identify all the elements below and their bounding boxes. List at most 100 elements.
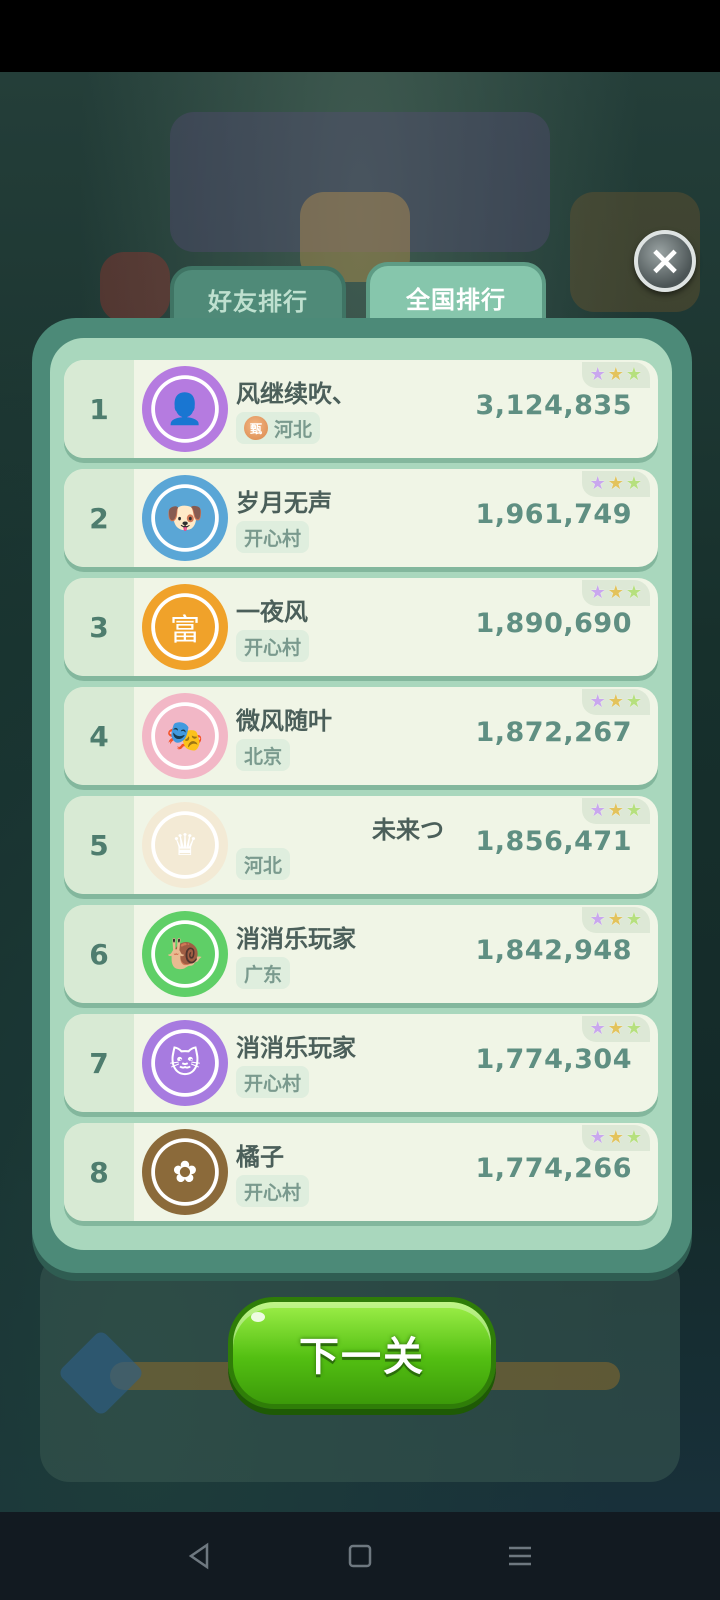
player-avatar[interactable]: 🐌 bbox=[142, 911, 228, 997]
rank-number: 6 bbox=[64, 905, 134, 1003]
star-icon: ★ bbox=[589, 800, 606, 821]
rank-number: 5 bbox=[64, 796, 134, 894]
opera-mask-avatar: 🎭 bbox=[155, 706, 215, 766]
blue-cat-avatar: 🐱 bbox=[155, 1033, 215, 1093]
navigation-bar bbox=[0, 1512, 720, 1600]
player-name: 消消乐玩家 bbox=[236, 1034, 356, 1062]
fortune-avatar: 富 bbox=[155, 597, 215, 657]
region-label: 河北 bbox=[244, 854, 283, 877]
star-icon: ★ bbox=[589, 473, 606, 494]
star-icon: ★ bbox=[625, 1018, 642, 1039]
player-name: 橘子 bbox=[236, 1143, 284, 1171]
star-icon: ★ bbox=[625, 1127, 642, 1148]
player-avatar[interactable]: 富 bbox=[142, 584, 228, 670]
region-label: 开心村 bbox=[244, 1181, 302, 1204]
rank-number: 1 bbox=[64, 360, 134, 458]
avatar-glyph: 富 bbox=[170, 613, 200, 648]
player-name: 一夜风 bbox=[236, 598, 308, 626]
leaderboard-list[interactable]: 1 👤 风继续吹、 甄 河北 3,124,835 ★ ★ ★ 2 🐶 岁月无声 … bbox=[64, 360, 658, 1230]
next-level-button[interactable]: 下一关 bbox=[228, 1297, 496, 1409]
star-icon: ★ bbox=[589, 691, 606, 712]
player-name: 岁月无声 bbox=[236, 489, 332, 517]
star-rating: ★ ★ ★ bbox=[581, 907, 650, 933]
region-label: 北京 bbox=[244, 745, 283, 768]
star-rating: ★ ★ ★ bbox=[581, 1125, 650, 1151]
player-name: 未来つ bbox=[372, 816, 444, 844]
avatar-glyph: ♛ bbox=[171, 827, 199, 863]
leaderboard-row[interactable]: 7 🐱 消消乐玩家 开心村 1,774,304 ★ ★ ★ bbox=[64, 1014, 658, 1112]
region-label: 河北 bbox=[274, 418, 313, 441]
region-badge: 甄 河北 bbox=[236, 412, 321, 444]
status-bar bbox=[0, 0, 720, 72]
star-icon: ★ bbox=[625, 582, 642, 603]
back-icon bbox=[188, 1542, 209, 1570]
leaderboard-row[interactable]: 8 ✿ 橘子 开心村 1,774,266 ★ ★ ★ bbox=[64, 1123, 658, 1221]
rank-number: 4 bbox=[64, 687, 134, 785]
leaderboard-row[interactable]: 4 🎭 微风随叶 北京 1,872,267 ★ ★ ★ bbox=[64, 687, 658, 785]
rank-number: 7 bbox=[64, 1014, 134, 1112]
player-score: 1,774,266 bbox=[475, 1153, 632, 1184]
player-score: 1,872,267 bbox=[475, 717, 632, 748]
background-decoration bbox=[100, 252, 170, 322]
region-label: 开心村 bbox=[244, 527, 302, 550]
star-icon: ★ bbox=[607, 1127, 624, 1148]
player-name: 风继续吹、 bbox=[236, 380, 356, 408]
avatar-glyph: 🐶 bbox=[166, 500, 204, 536]
player-score: 1,842,948 bbox=[475, 935, 632, 966]
leaderboard-row[interactable]: 6 🐌 消消乐玩家 广东 1,842,948 ★ ★ ★ bbox=[64, 905, 658, 1003]
player-avatar[interactable]: ✿ bbox=[142, 1129, 228, 1215]
star-icon: ★ bbox=[589, 1127, 606, 1148]
back-button[interactable] bbox=[170, 1526, 230, 1586]
photo-avatar-purple-frame: 👤 bbox=[155, 379, 215, 439]
close-icon: × bbox=[648, 238, 682, 284]
star-icon: ★ bbox=[607, 473, 624, 494]
leaderboard-row[interactable]: 5 ♛ 未来つ 河北 1,856,471 ★ ★ ★ bbox=[64, 796, 658, 894]
menu-button[interactable] bbox=[490, 1526, 550, 1586]
home-button[interactable] bbox=[330, 1526, 390, 1586]
leaderboard-row[interactable]: 3 富 一夜风 开心村 1,890,690 ★ ★ ★ bbox=[64, 578, 658, 676]
avatar-glyph: 🐌 bbox=[166, 936, 204, 972]
avatar-glyph: ✿ bbox=[172, 1154, 198, 1190]
menu-icon bbox=[509, 1546, 531, 1566]
region-badge: 广东 bbox=[236, 957, 291, 989]
region-badge: 开心村 bbox=[236, 1175, 310, 1207]
leaderboard-row[interactable]: 2 🐶 岁月无声 开心村 1,961,749 ★ ★ ★ bbox=[64, 469, 658, 567]
region-label: 广东 bbox=[244, 963, 283, 986]
star-icon: ★ bbox=[607, 582, 624, 603]
medal-icon: 甄 bbox=[244, 416, 268, 440]
flower-avatar: ✿ bbox=[155, 1142, 215, 1202]
star-icon: ★ bbox=[607, 800, 624, 821]
star-icon: ★ bbox=[589, 1018, 606, 1039]
white-dog-avatar: 🐶 bbox=[155, 488, 215, 548]
star-icon: ★ bbox=[607, 364, 624, 385]
region-badge: 北京 bbox=[236, 739, 291, 771]
player-score: 3,124,835 bbox=[475, 390, 632, 421]
avatar-glyph: 🐱 bbox=[169, 1045, 201, 1081]
region-badge: 开心村 bbox=[236, 1066, 310, 1098]
region-badge: 开心村 bbox=[236, 630, 310, 662]
star-icon: ★ bbox=[607, 691, 624, 712]
region-label: 开心村 bbox=[244, 1072, 302, 1095]
region-label: 开心村 bbox=[244, 636, 302, 659]
player-avatar[interactable]: 🎭 bbox=[142, 693, 228, 779]
player-avatar[interactable]: 👤 bbox=[142, 366, 228, 452]
player-score: 1,856,471 bbox=[475, 826, 632, 857]
star-icon: ★ bbox=[607, 1018, 624, 1039]
snail-avatar: 🐌 bbox=[155, 924, 215, 984]
star-rating: ★ ★ ★ bbox=[581, 362, 650, 388]
star-rating: ★ ★ ★ bbox=[581, 689, 650, 715]
star-icon: ★ bbox=[625, 691, 642, 712]
star-icon: ★ bbox=[625, 364, 642, 385]
close-button[interactable]: × bbox=[634, 230, 696, 292]
player-name: 微风随叶 bbox=[236, 707, 332, 735]
player-name: 消消乐玩家 bbox=[236, 925, 356, 953]
star-icon: ★ bbox=[589, 909, 606, 930]
star-icon: ★ bbox=[589, 582, 606, 603]
player-score: 1,890,690 bbox=[475, 608, 632, 639]
player-avatar[interactable]: 🐶 bbox=[142, 475, 228, 561]
star-rating: ★ ★ ★ bbox=[581, 580, 650, 606]
leaderboard-row[interactable]: 1 👤 风继续吹、 甄 河北 3,124,835 ★ ★ ★ bbox=[64, 360, 658, 458]
player-avatar[interactable]: 🐱 bbox=[142, 1020, 228, 1106]
star-icon: ★ bbox=[589, 364, 606, 385]
player-avatar[interactable]: ♛ bbox=[142, 802, 228, 888]
